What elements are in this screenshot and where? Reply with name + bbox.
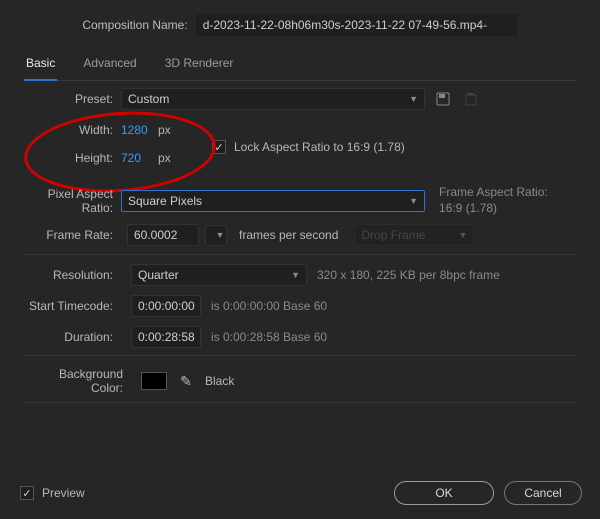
height-label: Height: bbox=[24, 151, 121, 165]
divider bbox=[24, 254, 576, 255]
width-input[interactable]: 1280 bbox=[121, 123, 155, 137]
eyedropper-icon[interactable]: ✎ bbox=[177, 372, 195, 390]
chevron-down-icon: ▼ bbox=[409, 196, 418, 206]
delete-preset-icon bbox=[461, 89, 481, 109]
resolution-row: Resolution: Quarter ▼ 320 x 180, 225 KB … bbox=[24, 264, 576, 286]
pixel-aspect-value: Square Pixels bbox=[128, 194, 202, 208]
chevron-down-icon: ▼ bbox=[409, 94, 418, 104]
start-timecode-label: Start Timecode: bbox=[24, 299, 121, 313]
preset-select[interactable]: Custom ▼ bbox=[121, 88, 425, 110]
pixel-aspect-label: Pixel Aspect Ratio: bbox=[24, 187, 121, 215]
background-color-label: Background Color: bbox=[24, 367, 131, 395]
drop-frame-value: Drop Frame bbox=[361, 228, 425, 242]
duration-label: Duration: bbox=[24, 330, 121, 344]
start-timecode-info: is 0:00:00:00 Base 60 bbox=[211, 299, 327, 313]
save-preset-icon[interactable] bbox=[433, 89, 453, 109]
preset-label: Preset: bbox=[24, 92, 121, 106]
frame-rate-input[interactable]: 60.0002 bbox=[127, 224, 199, 246]
lock-aspect-label: Lock Aspect Ratio to 16:9 (1.78) bbox=[234, 140, 405, 154]
frame-rate-row: Frame Rate: 60.0002 ▼ frames per second … bbox=[24, 224, 576, 246]
start-timecode-row: Start Timecode: 0:00:00:00 is 0:00:00:00… bbox=[24, 295, 576, 317]
preset-value: Custom bbox=[128, 92, 169, 106]
divider bbox=[24, 402, 576, 403]
height-input[interactable]: 720 bbox=[121, 151, 155, 165]
frame-rate-dropdown[interactable]: ▼ bbox=[205, 225, 227, 246]
chevron-down-icon: ▼ bbox=[458, 230, 467, 240]
preview-label: Preview bbox=[42, 486, 85, 500]
chevron-down-icon: ▼ bbox=[291, 270, 300, 280]
tab-basic[interactable]: Basic bbox=[24, 50, 57, 81]
preview-checkbox[interactable] bbox=[20, 486, 34, 500]
cancel-button[interactable]: Cancel bbox=[504, 481, 582, 505]
background-color-name: Black bbox=[205, 374, 234, 388]
composition-name-row: Composition Name: d-2023-11-22-08h06m30s… bbox=[0, 14, 600, 36]
composition-name-input[interactable]: d-2023-11-22-08h06m30s-2023-11-22 07-49-… bbox=[196, 14, 518, 36]
lock-aspect-row: Lock Aspect Ratio to 16:9 (1.78) bbox=[212, 140, 405, 154]
pixel-aspect-select[interactable]: Square Pixels ▼ bbox=[121, 190, 425, 212]
resolution-select[interactable]: Quarter ▼ bbox=[131, 264, 307, 286]
dimensions-group: Width: 1280 px Height: 720 px Lock Aspec… bbox=[24, 116, 576, 172]
tab-3d-renderer[interactable]: 3D Renderer bbox=[163, 50, 236, 80]
lock-aspect-checkbox[interactable] bbox=[212, 140, 226, 154]
chevron-down-icon: ▼ bbox=[216, 230, 225, 240]
preset-row: Preset: Custom ▼ bbox=[24, 88, 576, 110]
resolution-label: Resolution: bbox=[24, 268, 121, 282]
resolution-info: 320 x 180, 225 KB per 8bpc frame bbox=[317, 268, 500, 282]
drop-frame-select: Drop Frame ▼ bbox=[354, 224, 474, 246]
composition-name-label: Composition Name: bbox=[82, 18, 187, 32]
resolution-value: Quarter bbox=[138, 268, 179, 282]
duration-row: Duration: 0:00:28:58 is 0:00:28:58 Base … bbox=[24, 326, 576, 348]
width-unit: px bbox=[158, 123, 171, 137]
ok-button[interactable]: OK bbox=[394, 481, 494, 505]
duration-info: is 0:00:28:58 Base 60 bbox=[211, 330, 327, 344]
tabs: Basic Advanced 3D Renderer bbox=[24, 50, 576, 81]
frame-aspect-value: 16:9 (1.78) bbox=[439, 201, 497, 215]
dialog-footer: Preview OK Cancel bbox=[20, 481, 582, 505]
height-unit: px bbox=[158, 151, 171, 165]
duration-input[interactable]: 0:00:28:58 bbox=[131, 326, 201, 348]
frame-rate-label: Frame Rate: bbox=[24, 228, 121, 242]
background-color-swatch[interactable] bbox=[141, 372, 167, 390]
width-label: Width: bbox=[24, 123, 121, 137]
frame-aspect-label: Frame Aspect Ratio: bbox=[439, 185, 548, 199]
frame-aspect-info: Frame Aspect Ratio: 16:9 (1.78) bbox=[439, 185, 569, 216]
frame-rate-unit: frames per second bbox=[239, 228, 338, 242]
background-color-row: Background Color: ✎ Black bbox=[24, 367, 576, 395]
pixel-aspect-row: Pixel Aspect Ratio: Square Pixels ▼ Fram… bbox=[24, 185, 576, 216]
divider bbox=[24, 355, 576, 356]
start-timecode-input[interactable]: 0:00:00:00 bbox=[131, 295, 201, 317]
tab-advanced[interactable]: Advanced bbox=[81, 50, 138, 80]
